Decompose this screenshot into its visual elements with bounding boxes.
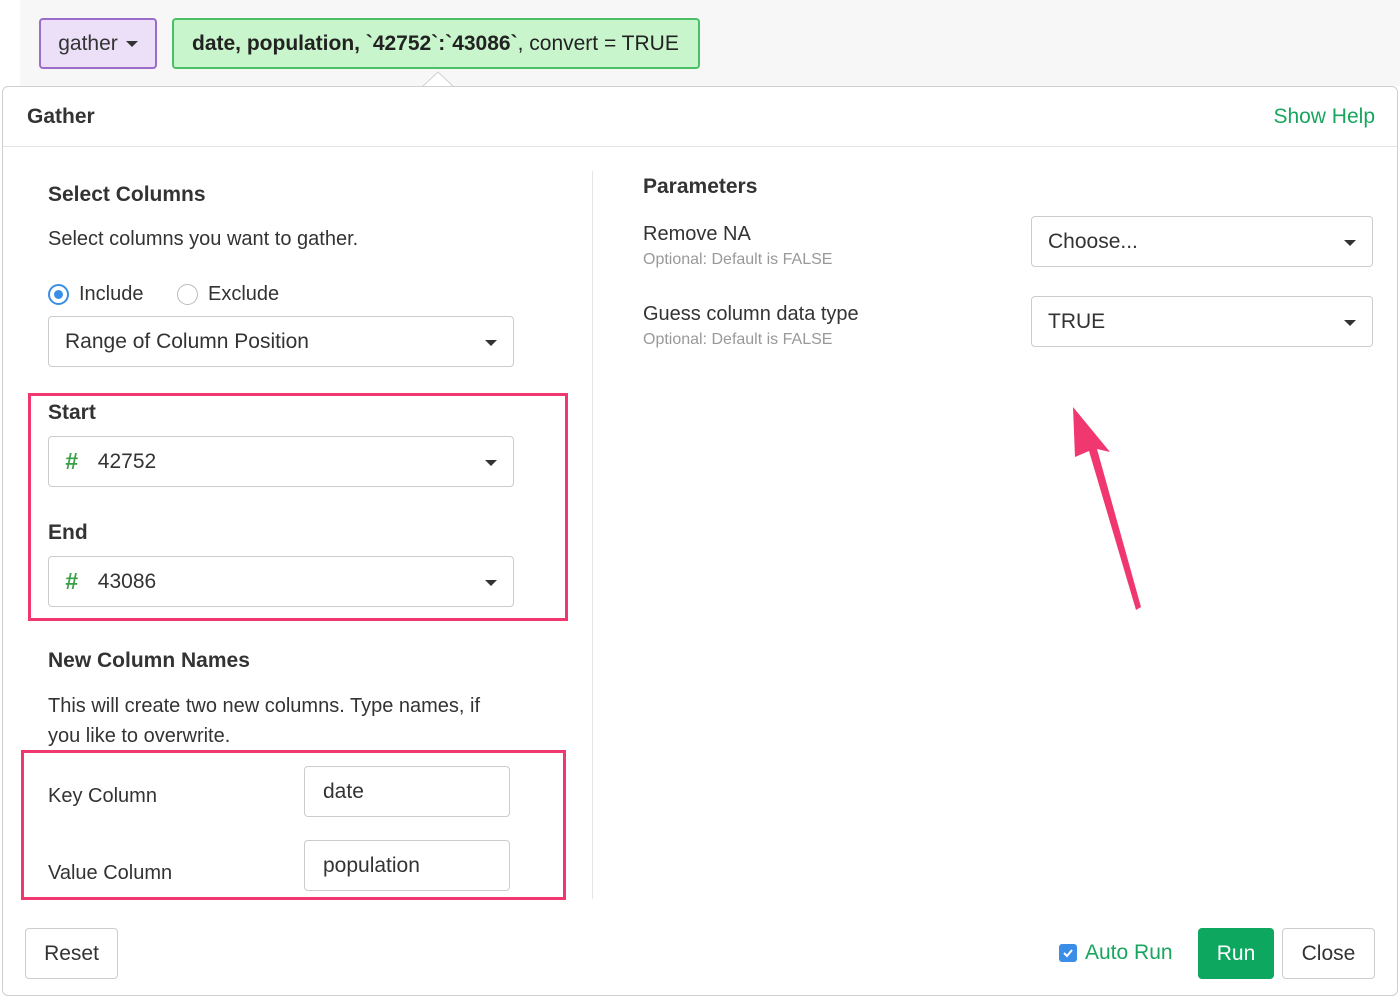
select-columns-description: Select columns you want to gather. (48, 228, 359, 250)
number-hash-icon: # (65, 568, 78, 594)
auto-run-label[interactable]: Auto Run (1085, 941, 1173, 965)
key-column-label: Key Column (48, 785, 157, 807)
exclude-label[interactable]: Exclude (208, 283, 279, 306)
reset-button[interactable]: Reset (25, 928, 118, 979)
include-radio[interactable] (48, 284, 69, 305)
select-columns-heading: Select Columns (48, 183, 206, 206)
annotation-arrow-icon (1073, 407, 1141, 610)
remove-na-label: Remove NA (643, 223, 751, 245)
caret-down-icon (1344, 240, 1356, 246)
guess-type-hint: Optional: Default is FALSE (643, 331, 833, 348)
command-name: gather (58, 31, 118, 55)
run-button[interactable]: Run (1198, 928, 1274, 979)
include-label[interactable]: Include (79, 283, 144, 306)
caret-down-icon (485, 460, 497, 466)
new-columns-description-line1: This will create two new columns. Type n… (48, 695, 481, 717)
start-label: Start (48, 401, 96, 424)
end-column-value: 43086 (97, 569, 157, 593)
guess-type-value: TRUE (1048, 309, 1106, 333)
close-button[interactable]: Close (1282, 928, 1375, 979)
key-column-value: date (323, 779, 364, 803)
guess-type-label: Guess column data type (643, 303, 859, 325)
remove-na-select[interactable]: Choose... (1031, 216, 1373, 267)
value-column-input[interactable]: population (304, 840, 510, 891)
caret-down-icon (485, 340, 497, 346)
selection-mode-value: Range of Column Position (65, 329, 309, 353)
expression-args: , convert = TRUE (517, 31, 679, 55)
dialog-title: Gather (27, 105, 95, 128)
value-column-value: population (323, 853, 420, 877)
command-expression[interactable]: date, population, `42752`:`43086` , conv… (172, 18, 700, 69)
key-column-input[interactable]: date (304, 766, 510, 817)
caret-down-icon (485, 580, 497, 586)
show-help-link[interactable]: Show Help (1273, 105, 1375, 129)
gather-dialog: Gather Show Help Select Columns Select c… (2, 86, 1398, 996)
value-column-label: Value Column (48, 862, 173, 884)
checkbox-checked-icon[interactable] (1059, 944, 1077, 962)
new-column-names-heading: New Column Names (48, 649, 250, 672)
guess-type-select[interactable]: TRUE (1031, 296, 1373, 347)
dialog-header: Gather Show Help (3, 87, 1397, 147)
parameters-heading: Parameters (643, 175, 758, 198)
end-label: End (48, 521, 88, 544)
caret-down-icon (1344, 320, 1356, 326)
remove-na-hint: Optional: Default is FALSE (643, 251, 833, 268)
caret-down-icon (125, 40, 138, 47)
number-hash-icon: # (65, 448, 78, 474)
column-divider (592, 171, 593, 899)
remove-na-value: Choose... (1048, 229, 1138, 253)
start-column-value: 42752 (97, 449, 157, 473)
exclude-radio[interactable] (177, 284, 198, 305)
auto-run-toggle[interactable]: Auto Run (1059, 941, 1173, 965)
new-columns-description-line2: you like to overwrite. (48, 725, 231, 747)
selection-mode-select[interactable]: Range of Column Position (48, 316, 514, 367)
popover-pointer (422, 71, 454, 87)
start-column-select[interactable]: # 42752 (48, 436, 514, 487)
expression-columns: date, population, `42752`:`43086` (192, 31, 518, 55)
command-dropdown[interactable]: gather (39, 18, 157, 69)
end-column-select[interactable]: # 43086 (48, 556, 514, 607)
